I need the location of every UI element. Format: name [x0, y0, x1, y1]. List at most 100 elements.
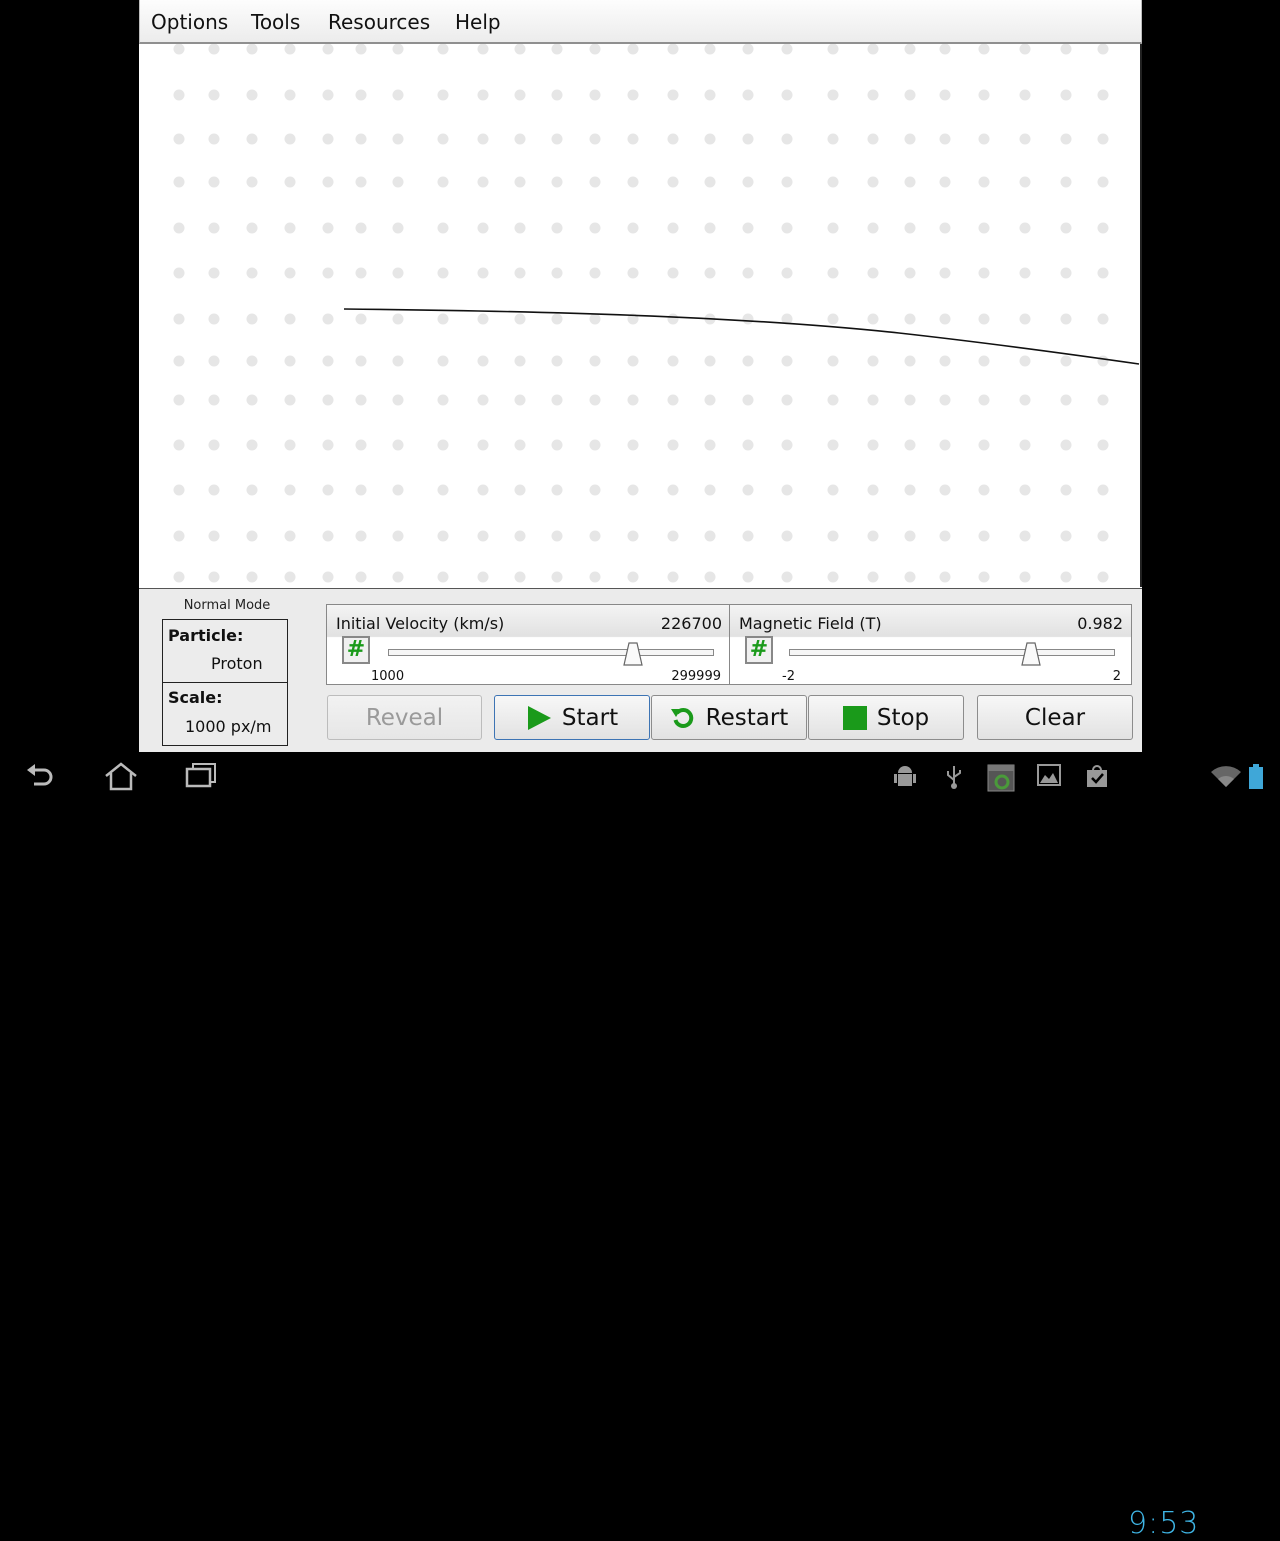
grid-dot — [322, 267, 334, 279]
grid-dot — [322, 222, 334, 234]
grid-dot — [1019, 530, 1031, 542]
grid-dot — [904, 439, 916, 451]
grid-dot — [1019, 439, 1031, 451]
grid-dot — [437, 394, 449, 406]
grid-dot — [627, 44, 639, 55]
velocity-slider-track[interactable] — [388, 649, 714, 656]
grid-dot — [551, 89, 563, 101]
grid-dot — [978, 222, 990, 234]
grid-dot — [322, 89, 334, 101]
grid-dot — [246, 439, 258, 451]
grid-dot — [514, 394, 526, 406]
grid-dot — [514, 222, 526, 234]
velocity-slider-group: Initial Velocity (km/s) 226700 # 1000 29… — [326, 604, 731, 685]
grid-dot — [704, 176, 716, 188]
grid-dot — [781, 176, 793, 188]
grid-dot — [208, 571, 220, 583]
grid-dot — [704, 394, 716, 406]
grid-dot — [904, 44, 916, 55]
scale-value[interactable]: 1000 px/m — [185, 717, 271, 736]
field-numeric-entry-button[interactable]: # — [745, 636, 773, 664]
grid-dot — [827, 176, 839, 188]
grid-dot — [742, 355, 754, 367]
grid-dot — [477, 176, 489, 188]
grid-dot — [904, 133, 916, 145]
grid-dot — [589, 571, 601, 583]
grid-dot — [246, 176, 258, 188]
grid-dot — [1060, 439, 1072, 451]
grid-dot — [284, 439, 296, 451]
grid-dot — [978, 571, 990, 583]
grid-dot — [173, 530, 185, 542]
grid-dot — [1060, 89, 1072, 101]
grid-dot — [827, 355, 839, 367]
reveal-button[interactable]: Reveal — [327, 695, 482, 740]
grid-dot — [392, 176, 404, 188]
clear-button[interactable]: Clear — [977, 695, 1133, 740]
grid-dot — [939, 394, 951, 406]
grid-dot — [392, 89, 404, 101]
clear-label: Clear — [1024, 704, 1086, 731]
start-button[interactable]: Start — [494, 695, 650, 740]
grid-dot — [939, 571, 951, 583]
grid-dot — [514, 267, 526, 279]
grid-dot — [1097, 133, 1109, 145]
grid-dot — [667, 439, 679, 451]
scale-label: Scale: — [168, 688, 223, 707]
velocity-slider-thumb[interactable] — [623, 642, 643, 666]
grid-dot — [437, 89, 449, 101]
grid-dot — [978, 44, 990, 55]
grid-dot — [1019, 313, 1031, 325]
grid-dot — [208, 484, 220, 496]
grid-dot — [173, 439, 185, 451]
field-slider-track[interactable] — [789, 649, 1115, 656]
grid-dot — [322, 133, 334, 145]
grid-dot — [514, 530, 526, 542]
grid-dot — [1019, 267, 1031, 279]
grid-dot — [208, 89, 220, 101]
grid-dot — [208, 176, 220, 188]
grid-dot — [667, 176, 679, 188]
grid-dot — [627, 222, 639, 234]
back-icon[interactable] — [24, 762, 58, 790]
grid-dot — [477, 313, 489, 325]
simulation-canvas[interactable] — [139, 44, 1142, 587]
grid-dot — [1097, 530, 1109, 542]
grid-dot — [627, 571, 639, 583]
field-value: 0.982 — [1077, 614, 1123, 633]
grid-dot — [827, 439, 839, 451]
grid-dot — [322, 484, 334, 496]
grid-dot — [284, 313, 296, 325]
grid-dot — [1019, 44, 1031, 55]
grid-dot — [939, 439, 951, 451]
grid-dot — [742, 313, 754, 325]
grid-dot — [1019, 89, 1031, 101]
grid-dot — [742, 571, 754, 583]
menu-help[interactable]: Help — [455, 10, 501, 34]
grid-dot — [627, 394, 639, 406]
restart-button[interactable]: Restart — [651, 695, 807, 740]
grid-dot — [627, 530, 639, 542]
field-slider-thumb[interactable] — [1020, 642, 1041, 666]
grid-dot — [514, 313, 526, 325]
grid-dot — [827, 44, 839, 55]
field-max-label: 2 — [1112, 669, 1121, 684]
grid-dot — [589, 222, 601, 234]
home-icon[interactable] — [104, 762, 138, 792]
velocity-numeric-entry-button[interactable]: # — [342, 636, 370, 664]
grid-dot — [667, 133, 679, 145]
menu-resources[interactable]: Resources — [328, 10, 430, 34]
menu-options[interactable]: Options — [151, 10, 228, 34]
recent-apps-icon[interactable] — [184, 762, 218, 790]
grid-dot — [514, 355, 526, 367]
grid-dot — [904, 355, 916, 367]
grid-dot — [742, 530, 754, 542]
grid-dot — [246, 394, 258, 406]
stop-button[interactable]: Stop — [808, 695, 964, 740]
grid-dot — [1097, 176, 1109, 188]
particle-value[interactable]: Proton — [211, 654, 263, 673]
grid-dot — [322, 44, 334, 55]
menu-tools[interactable]: Tools — [251, 10, 300, 34]
grid-dot — [978, 133, 990, 145]
grid-dot — [781, 133, 793, 145]
